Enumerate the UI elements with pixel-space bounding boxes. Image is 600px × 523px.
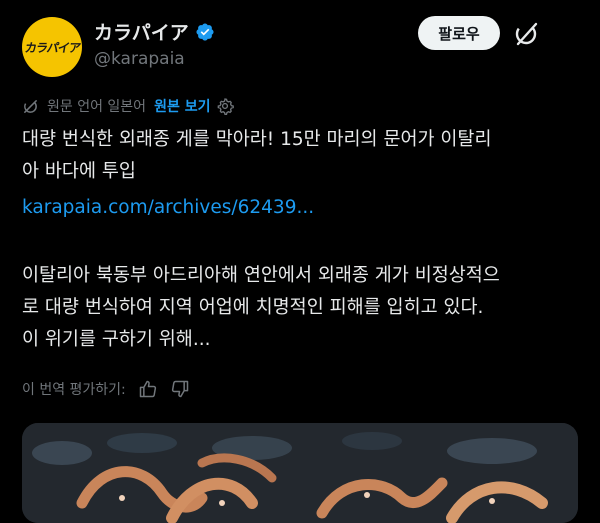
thumbs-down-icon[interactable]: [170, 379, 190, 399]
post-paragraph: 이탈리아 북동부 아드리아해 연안에서 외래종 게가 비정상적으 로 대량 번식…: [22, 260, 582, 356]
translate-icon: [24, 99, 37, 113]
verified-badge-icon: [196, 22, 214, 41]
post-headline: 대량 번식한 외래종 게를 막아라! 15만 마리의 문어가 이탈리 아 바다에…: [22, 124, 582, 188]
paragraph-line-1: 이탈리아 북동부 아드리아해 연안에서 외래종 게가 비정상적으: [22, 265, 500, 286]
avatar[interactable]: カラパイア: [22, 17, 82, 77]
octopus-crab-photo: [22, 423, 578, 523]
post-image[interactable]: [22, 423, 578, 523]
display-name[interactable]: カラパイア: [94, 18, 189, 45]
follow-button[interactable]: 팔로우: [418, 16, 500, 50]
thumbs-up-icon[interactable]: [138, 379, 158, 399]
handle[interactable]: @karapaia: [94, 49, 185, 69]
post-header: カラパイア カラパイア @karapaia 팔로우: [0, 0, 600, 90]
rate-translation-label: 이 번역 평가하기:: [22, 382, 126, 398]
headline-line-2: 아 바다에 투입: [22, 161, 136, 182]
view-original-link[interactable]: 원본 보기: [154, 96, 210, 116]
avatar-logo-text: カラパイア: [23, 40, 81, 55]
rate-translation-row: 이 번역 평가하기:: [22, 379, 190, 399]
translation-notice: 원문 언어 일본어 원본 보기: [22, 96, 235, 116]
paragraph-line-3: 이 위기를 구하기 위해...: [22, 329, 211, 350]
translation-label: 원문 언어 일본어: [47, 99, 147, 115]
link-paragraph: karapaia.com/archives/62439...: [22, 192, 582, 224]
paragraph-line-2: 로 대량 번식하여 지역 어업에 치명적인 피해를 입히고 있다.: [22, 297, 484, 318]
article-link[interactable]: karapaia.com/archives/62439...: [22, 197, 314, 218]
gear-icon[interactable]: [216, 97, 235, 115]
headline-line-1: 대량 번식한 외래종 게를 막아라! 15만 마리의 문어가 이탈리: [22, 129, 492, 150]
name-row: カラパイア: [94, 18, 215, 45]
grok-icon[interactable]: [512, 20, 540, 48]
